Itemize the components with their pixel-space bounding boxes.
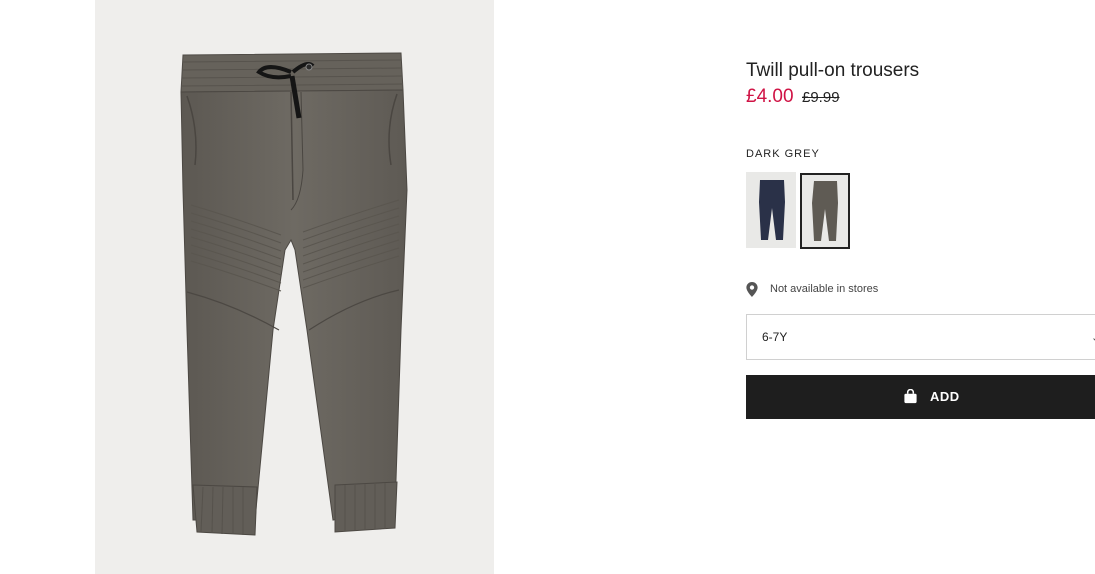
- chevron-down-icon: ⌄: [1091, 331, 1095, 344]
- product-image[interactable]: [95, 0, 494, 574]
- trousers-illustration: [180, 52, 408, 536]
- size-selected-value: 6-7Y: [762, 330, 788, 344]
- availability-text: Not available in stores: [770, 283, 879, 295]
- add-to-bag-button[interactable]: ADD: [746, 375, 1095, 419]
- navy-trousers-swatch[interactable]: [746, 172, 796, 248]
- sale-price: £4.00: [746, 86, 794, 107]
- dark-grey-trousers-thumbnail: [812, 181, 838, 241]
- product-title: Twill pull-on trousers: [746, 60, 920, 81]
- dark-grey-trousers-swatch[interactable]: [800, 173, 850, 249]
- add-button-label: ADD: [930, 389, 960, 404]
- navy-trousers-thumbnail: [759, 180, 785, 240]
- size-select[interactable]: 6-7Y ⌄: [746, 314, 1095, 360]
- map-pin-icon: [746, 281, 758, 297]
- selected-color-label: DARK GREY: [746, 148, 820, 160]
- add-button-content: ADD: [903, 389, 960, 404]
- original-price: £9.99: [802, 89, 840, 106]
- price-row: £4.00 £9.99: [746, 86, 840, 108]
- shopping-bag-icon: [904, 389, 917, 404]
- product-details: Twill pull-on trousers £4.00 £9.99 DARK …: [746, 0, 1095, 574]
- store-availability: Not available in stores: [746, 280, 878, 298]
